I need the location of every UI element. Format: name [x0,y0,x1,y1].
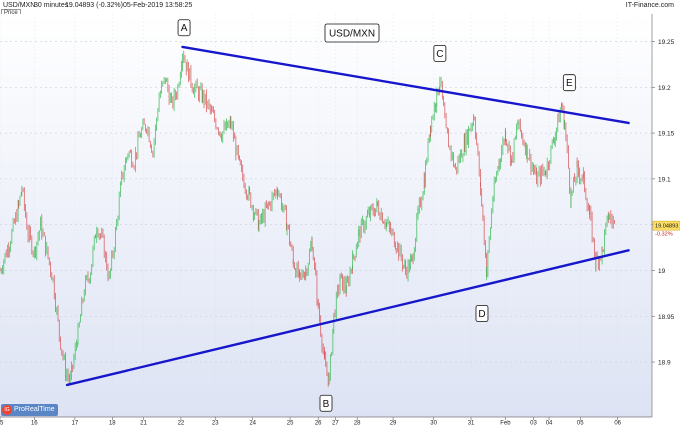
annotation-label: A [181,23,188,34]
price-chart[interactable]: A B C D E USD/MXN 18.9 18.95 19 19.1 19.15 19.2 19.… [0,0,680,425]
y-tick-label: 19.15 [658,131,675,138]
y-tick-label: 18.9 [658,360,671,367]
annotation-label: D [478,309,485,320]
x-tick-label: 16 [31,421,38,425]
x-tick-label: 23 [212,421,219,425]
current-change-label: -0.32% [655,232,673,238]
x-tick-label: Feb [500,421,511,425]
x-tick-label: 24 [249,421,256,425]
x-tick-label: 26 [315,421,322,425]
badge-text: ProRealTime [14,406,55,413]
prorealtime-badge: IG ProRealTime [1,404,58,416]
x-tick-label: 31 [468,421,475,425]
x-tick-label: 28 [354,421,361,425]
x-tick-label: 05 [577,421,584,425]
chart-title: USD/MXN [329,29,375,40]
x-tick-label: 17 [72,421,79,425]
x-tick-label: 29 [390,421,397,425]
x-tick-label: 03 [530,421,537,425]
ig-logo: IG [2,405,12,415]
x-tick-label: 25 [287,421,294,425]
x-tick-label: 06 [614,421,621,425]
y-tick-label: 19 [658,268,666,275]
y-tick-label: 18.95 [658,314,675,321]
annotation-label: C [436,49,443,60]
x-tick-label: 22 [178,421,185,425]
x-tick-label: 21 [140,421,147,425]
y-tick-label: 19.1 [658,176,671,183]
annotation-label: B [323,399,330,410]
current-price-label: 19.04893 [655,224,678,230]
y-tick-label: 19.2 [658,85,671,92]
x-tick-label: 18 [109,421,116,425]
x-tick-label: 04 [546,421,553,425]
chart-window: USD/MXN 30 minutes 19.04893 (-0.32%) 05-… [0,0,680,425]
x-tick-label: 15 [0,421,4,425]
annotation-label: E [566,78,573,89]
y-tick-label: 19.25 [658,39,675,46]
x-tick-label: 30 [430,421,437,425]
x-tick-label: 27 [332,421,339,425]
